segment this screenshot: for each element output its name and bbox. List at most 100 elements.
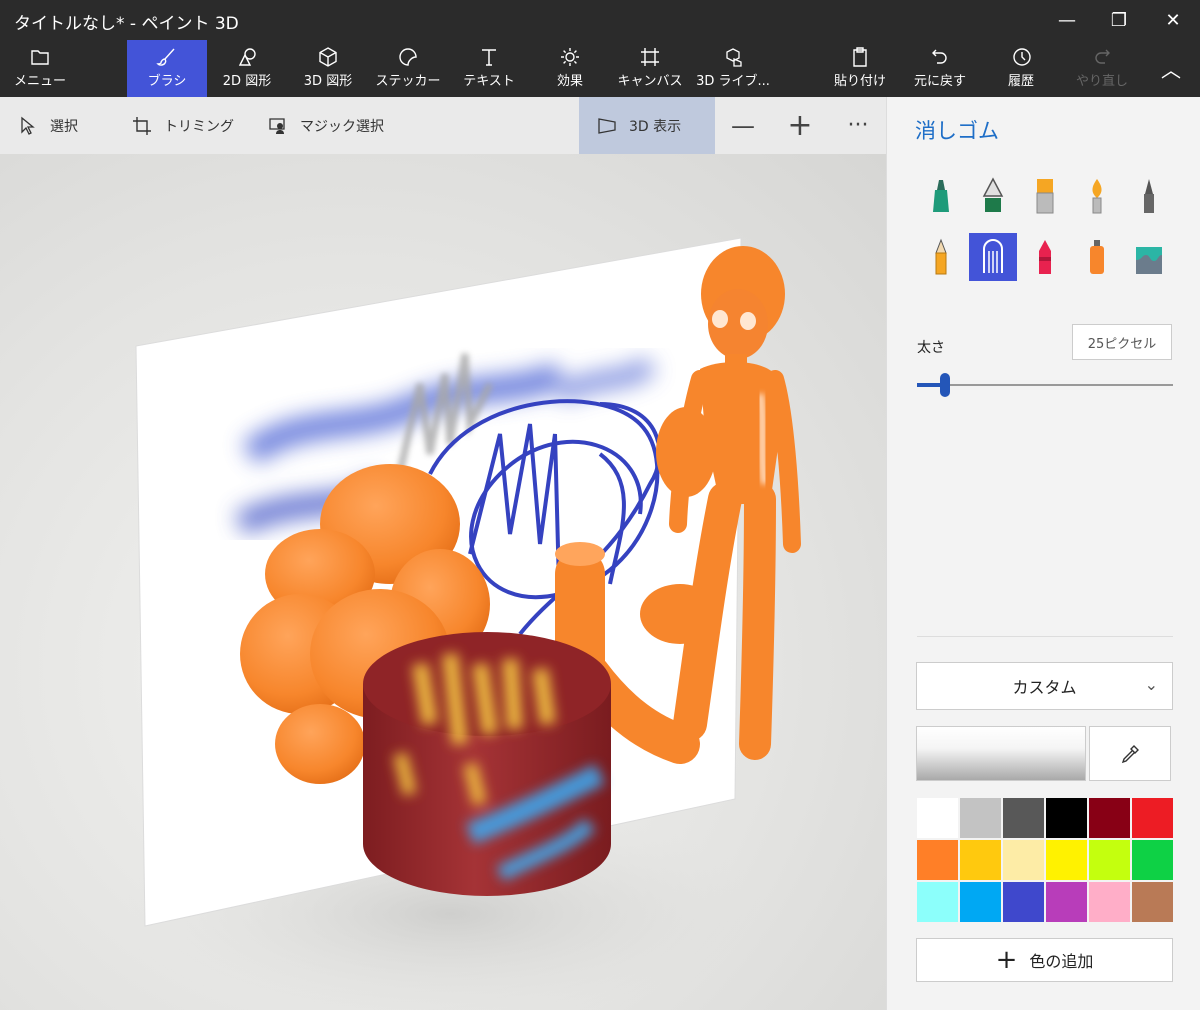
tab-label: ブラシ — [147, 74, 187, 89]
thickness-slider-thumb[interactable] — [940, 373, 950, 397]
tool-calligraphy-pen[interactable] — [969, 172, 1017, 220]
color-swatch[interactable] — [959, 881, 1002, 923]
panel-divider — [917, 636, 1173, 637]
color-swatch[interactable] — [959, 797, 1002, 839]
tab-label: 元に戻す — [913, 74, 966, 89]
tab-sticker[interactable]: ステッカー — [368, 40, 448, 97]
tab-3d-shapes[interactable]: 3D 図形 — [288, 40, 368, 97]
tool-eraser[interactable] — [969, 233, 1017, 281]
window-title: タイトルなし* - ペイント 3D — [14, 14, 239, 34]
color-mode-dropdown[interactable]: カスタム ⌄ — [916, 662, 1173, 710]
crop-label: トリミング — [164, 118, 234, 135]
color-swatch[interactable] — [1045, 839, 1088, 881]
crop-icon — [133, 116, 151, 135]
color-swatch[interactable] — [959, 839, 1002, 881]
title-bar: タイトルなし* - ペイント 3D — ❐ ✕ — [0, 0, 1200, 40]
undo-icon — [932, 49, 947, 64]
magic-select-button[interactable]: マジック選択 — [268, 97, 384, 154]
magic-select-label: マジック選択 — [300, 118, 384, 135]
history-button[interactable]: 履歴 — [981, 40, 1061, 97]
menu-button[interactable]: メニュー — [0, 40, 80, 97]
tool-watercolor[interactable] — [1073, 172, 1121, 220]
color-swatch[interactable] — [1045, 881, 1088, 923]
tool-spray-can[interactable] — [1073, 233, 1121, 281]
canvas-viewport[interactable] — [0, 154, 886, 1010]
more-options-button[interactable]: ··· — [838, 97, 878, 154]
color-swatch[interactable] — [1131, 797, 1174, 839]
add-color-label: 色の追加 — [1029, 952, 1094, 971]
tab-label: 貼り付け — [833, 74, 886, 89]
tool-pencil[interactable] — [917, 233, 965, 281]
color-swatch[interactable] — [1045, 797, 1088, 839]
crop-button[interactable]: トリミング — [132, 97, 234, 154]
color-swatch[interactable] — [1131, 881, 1174, 923]
fill-icon — [1136, 247, 1162, 274]
brush-icon — [156, 48, 175, 66]
color-swatch[interactable] — [916, 881, 959, 923]
scene-3d[interactable] — [0, 154, 886, 1010]
tool-pixel-pen[interactable] — [1125, 172, 1173, 220]
effects-icon — [561, 48, 579, 66]
crayon-icon — [1039, 240, 1051, 274]
tab-text[interactable]: テキスト — [449, 40, 529, 97]
color-swatch[interactable] — [1088, 839, 1131, 881]
select-label: 選択 — [50, 118, 78, 135]
tab-3d-library[interactable]: 3D ライブ... — [690, 40, 776, 97]
pixel-pen-icon — [1144, 179, 1154, 213]
color-swatch[interactable] — [1088, 797, 1131, 839]
collapse-ribbon-button[interactable]: ︿ — [1142, 40, 1200, 97]
ribbon: メニュー ブラシ 2D 図形 3D 図形 ステッカー テキスト 効果 キャンバス… — [0, 40, 1200, 97]
tab-effects[interactable]: 効果 — [530, 40, 610, 97]
tab-canvas[interactable]: キャンバス — [610, 40, 690, 97]
eraser-icon — [983, 239, 1003, 273]
tab-label: 2D 図形 — [222, 74, 272, 89]
thickness-label: 太さ — [917, 340, 945, 356]
color-swatch[interactable] — [1131, 839, 1174, 881]
zoom-in-button[interactable]: + — [780, 97, 820, 154]
color-swatch[interactable] — [1002, 839, 1045, 881]
maximize-button[interactable]: ❐ — [1092, 0, 1146, 40]
3d-shapes-icon — [319, 47, 337, 67]
color-swatch[interactable] — [916, 839, 959, 881]
color-swatch[interactable] — [916, 797, 959, 839]
marker-icon — [933, 180, 949, 212]
tab-label: キャンバス — [617, 74, 683, 89]
undo-button[interactable]: 元に戻す — [900, 40, 980, 97]
paste-button[interactable]: 貼り付け — [820, 40, 900, 97]
redo-button[interactable]: やり直し — [1062, 40, 1142, 97]
thickness-slider-track[interactable] — [917, 384, 1173, 386]
eyedropper-button[interactable] — [1089, 726, 1171, 781]
3d-library-icon — [726, 48, 742, 67]
tool-oil-brush[interactable] — [1021, 172, 1069, 220]
plus-icon: + — [995, 945, 1018, 975]
zoom-out-button[interactable]: — — [723, 97, 763, 154]
tab-label: 3D ライブ... — [696, 74, 770, 89]
tab-label: テキスト — [463, 74, 515, 89]
color-swatch[interactable] — [1088, 881, 1131, 923]
minimize-button[interactable]: — — [1040, 0, 1094, 40]
tool-fill[interactable] — [1125, 233, 1173, 281]
tab-2d-shapes[interactable]: 2D 図形 — [207, 40, 287, 97]
tab-brush[interactable]: ブラシ — [127, 40, 207, 97]
brush-panel: 消しゴム 太さ 25ピクセル カスタム ⌄ + 色の追加 — [886, 97, 1200, 1010]
color-swatch[interactable] — [1002, 797, 1045, 839]
current-color-preview — [916, 726, 1086, 781]
view-3d-label: 3D 表示 — [629, 118, 682, 135]
panel-title: 消しゴム — [915, 119, 999, 143]
pencil-icon — [935, 238, 947, 275]
tool-marker[interactable] — [917, 172, 965, 220]
eyedropper-icon — [1121, 744, 1139, 763]
redo-icon — [1095, 49, 1110, 64]
magic-select-icon — [269, 117, 285, 134]
color-mode-value: カスタム — [1012, 678, 1077, 697]
tab-label: 効果 — [556, 74, 583, 89]
add-color-button[interactable]: + 色の追加 — [916, 938, 1173, 982]
select-button[interactable]: 選択 — [18, 97, 78, 154]
folder-icon — [31, 50, 49, 65]
red-cylinder — [363, 632, 611, 896]
thickness-input[interactable]: 25ピクセル — [1072, 324, 1172, 360]
color-swatch[interactable] — [1002, 881, 1045, 923]
view-3d-button[interactable]: 3D 表示 — [579, 97, 715, 154]
tool-crayon[interactable] — [1021, 233, 1069, 281]
close-button[interactable]: ✕ — [1146, 0, 1200, 40]
